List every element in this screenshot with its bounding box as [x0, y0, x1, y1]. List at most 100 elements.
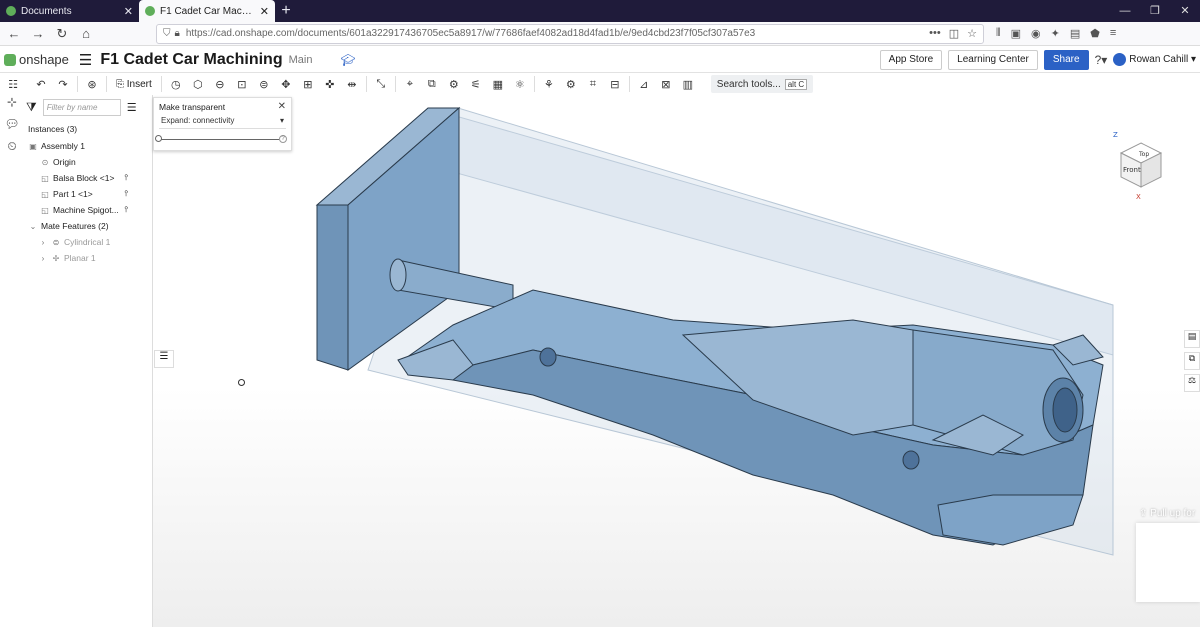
- undo-icon[interactable]: ↶: [32, 76, 50, 92]
- ball-mate-icon[interactable]: ⇹: [343, 76, 361, 92]
- insert-button[interactable]: ⎘ Insert: [116, 79, 152, 90]
- lock-icon[interactable]: 🔒︎: [175, 28, 180, 39]
- fixed-pin-icon[interactable]: ⫯: [125, 173, 128, 183]
- learning-center-button[interactable]: Learning Center: [948, 49, 1038, 70]
- redo-icon[interactable]: ↷: [54, 76, 72, 92]
- tree-item-instance[interactable]: ◱ Part 1 <1> ⫯: [24, 186, 152, 202]
- ublock-icon[interactable]: ⬟: [1090, 27, 1100, 40]
- browser-tab-documents[interactable]: Documents ✕: [0, 0, 139, 22]
- configure-icon[interactable]: ⊛: [83, 76, 101, 92]
- spigot-block-front: [316, 204, 349, 371]
- page-actions-menu[interactable]: •••: [929, 27, 941, 40]
- back-icon[interactable]: ←: [4, 26, 24, 41]
- share-button[interactable]: Share: [1043, 49, 1089, 70]
- view-cube-front-label: Front: [1123, 166, 1141, 174]
- tree-item-origin[interactable]: ⊙ Origin: [24, 154, 152, 170]
- tree-item-instance[interactable]: ◱ Balsa Block <1> ⫯: [24, 170, 152, 186]
- graphics-viewport[interactable]: Make transparent ✕ Expand: connectivity …: [153, 95, 1200, 627]
- instances-icon[interactable]: ⊹: [0, 95, 24, 117]
- versions-history-icon[interactable]: ⏲︎: [0, 139, 24, 161]
- replicate-icon[interactable]: ⚘: [540, 76, 558, 92]
- transparency-slider-handle[interactable]: [155, 135, 162, 142]
- fixed-pin-icon[interactable]: ⫯: [125, 189, 128, 199]
- slider-mate-icon[interactable]: ⊡: [233, 76, 251, 92]
- search-tools-button[interactable]: Search tools... alt C: [710, 75, 814, 93]
- tree-item-instance[interactable]: ◱ Machine Spigot... ⫯: [24, 202, 152, 218]
- section-view-icon[interactable]: ⊠: [657, 76, 675, 92]
- tree-item-assembly[interactable]: ▣ Assembly 1: [24, 138, 152, 154]
- pattern-icon[interactable]: ⌗: [584, 76, 602, 92]
- measure-icon[interactable]: ⊿: [635, 76, 653, 92]
- tree-item-mate[interactable]: › ✢ Planar 1: [24, 250, 152, 266]
- branch-label[interactable]: Main: [289, 54, 313, 66]
- minimize-icon[interactable]: —: [1110, 0, 1140, 22]
- feature-list-icon[interactable]: ☷: [4, 76, 22, 92]
- close-window-icon[interactable]: ✕: [1170, 0, 1200, 22]
- browser-tab-active[interactable]: F1 Cadet Car Machining | Asse ✕: [139, 0, 275, 22]
- fastened-mate-icon[interactable]: ⬡: [189, 76, 207, 92]
- container-icon[interactable]: ▤: [1070, 27, 1080, 40]
- appearance-panel-icon[interactable]: ▤: [1184, 330, 1200, 348]
- user-menu[interactable]: Rowan Cahill ▾: [1113, 53, 1196, 66]
- parallel-mate-icon[interactable]: ✜: [321, 76, 339, 92]
- screw-relation-icon[interactable]: ▦: [489, 76, 507, 92]
- account-icon[interactable]: ◉: [1031, 27, 1041, 40]
- clock-icon[interactable]: ◷: [167, 76, 185, 92]
- expand-dropdown[interactable]: Expand: connectivity ▾: [159, 116, 286, 129]
- restore-icon[interactable]: ❐: [1140, 0, 1170, 22]
- forward-icon[interactable]: →: [28, 26, 48, 41]
- close-icon[interactable]: ✕: [278, 101, 286, 112]
- transparency-slider-track[interactable]: [159, 139, 279, 140]
- linear-relation-icon[interactable]: ⚛︎: [511, 76, 529, 92]
- new-tab-button[interactable]: +: [275, 0, 297, 22]
- planar-mate-icon[interactable]: ⊞: [299, 76, 317, 92]
- home-icon[interactable]: ⌂: [76, 26, 96, 41]
- pin-slot-mate-icon[interactable]: ✥: [277, 76, 295, 92]
- tree-item-mate[interactable]: › ⊜ Cylindrical 1: [24, 234, 152, 250]
- pocket-icon[interactable]: ◫: [949, 27, 959, 40]
- view-cube-axis-z: Z: [1113, 131, 1118, 139]
- shield-icon[interactable]: ⛉: [163, 28, 171, 39]
- extension-icon[interactable]: ✦: [1051, 27, 1060, 40]
- part-rendering[interactable]: [153, 95, 1200, 627]
- mass-properties-icon[interactable]: ⚖︎: [1184, 374, 1200, 392]
- filter-input[interactable]: Filter by name: [42, 99, 121, 116]
- url-bar[interactable]: ⛉ 🔒︎ https://cad.onshape.com/documents/6…: [156, 23, 984, 44]
- close-icon[interactable]: ✕: [124, 5, 133, 18]
- view-cube[interactable]: Top Front Z X: [1101, 125, 1181, 205]
- sidebar-icon[interactable]: ▣: [1011, 27, 1021, 40]
- cylindrical-mate-icon[interactable]: ⊜: [255, 76, 273, 92]
- list-view-icon[interactable]: ☰: [127, 101, 137, 114]
- toolbar-separator: [160, 76, 162, 92]
- bom-icon[interactable]: ⧉: [1184, 352, 1200, 370]
- help-icon[interactable]: ?▾: [1095, 53, 1108, 67]
- menu-icon[interactable]: ≡: [1110, 27, 1116, 40]
- tangent-mate-icon[interactable]: ⤡: [372, 76, 390, 92]
- graduation-cap-icon[interactable]: 🎓︎: [340, 53, 355, 67]
- document-title[interactable]: F1 Cadet Car Machining: [100, 51, 282, 69]
- gear-relation-icon[interactable]: ⚙︎: [445, 76, 463, 92]
- library-icon[interactable]: ⫴: [996, 27, 1001, 40]
- explode-icon[interactable]: ⊟: [606, 76, 624, 92]
- reload-icon[interactable]: ↻: [52, 26, 72, 42]
- instances-header[interactable]: Instances (3): [24, 120, 152, 138]
- app-store-button[interactable]: App Store: [879, 49, 943, 70]
- display-states-icon[interactable]: ▥: [679, 76, 697, 92]
- help-icon[interactable]: ?: [279, 135, 287, 143]
- settings-gear-icon[interactable]: ⚙: [562, 76, 580, 92]
- app-header: onshape ☰ F1 Cadet Car Machining Main 🎓︎…: [0, 47, 1200, 73]
- comments-icon[interactable]: 💬︎: [0, 117, 24, 139]
- bookmark-star-icon[interactable]: ☆: [967, 27, 977, 40]
- rack-pinion-icon[interactable]: ⚟: [467, 76, 485, 92]
- hamburger-menu-icon[interactable]: ☰: [79, 51, 92, 69]
- insert-label: Insert: [126, 78, 152, 90]
- fixed-pin-icon[interactable]: ⫯: [125, 205, 128, 215]
- onshape-logo[interactable]: onshape: [4, 52, 69, 67]
- expand-panel-button[interactable]: ☰: [154, 350, 174, 368]
- close-icon[interactable]: ✕: [260, 5, 269, 18]
- group-icon[interactable]: ⧉: [423, 76, 441, 92]
- mate-connector-icon[interactable]: ⌖: [401, 76, 419, 92]
- revolute-mate-icon[interactable]: ⊖: [211, 76, 229, 92]
- filter-funnel-icon[interactable]: ⧩: [26, 100, 37, 115]
- tree-item-mate-features[interactable]: ⌄ Mate Features (2): [24, 218, 152, 234]
